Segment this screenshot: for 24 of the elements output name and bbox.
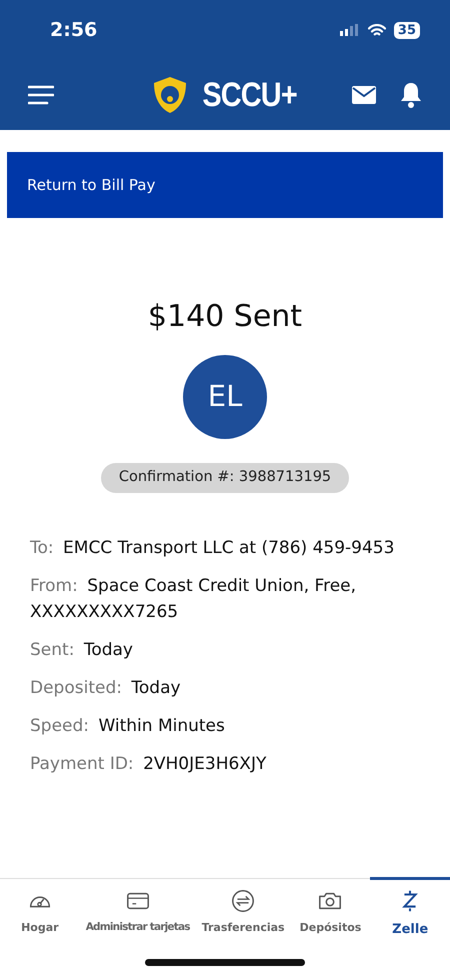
signal-icon [340,24,360,36]
tab[interactable]: Depósitos [290,877,370,945]
confirmation-number: Confirmation #: 3988713195 [100,463,350,493]
payment-title: $140 Sent [146,298,304,336]
bell-icon[interactable] [400,82,422,108]
detail-line: Deposited: Today [30,676,182,700]
tab[interactable]: Zelle [370,877,450,945]
avatar: EL [183,355,267,439]
tab[interactable]: Trasferencias [196,877,291,945]
battery-level: 35 [394,22,420,38]
wifi-icon [368,24,386,36]
detail-line: From: Space Coast Credit Union, Free, XXXXXXXXX7265 [30,574,358,624]
tab[interactable]: Administrar tarjetas [80,877,196,945]
return-button[interactable]: Return to Bill Pay [7,152,443,218]
detail-line: To: EMCC Transport LLC at (786) 459-9453 [30,536,396,560]
menu-icon[interactable] [28,85,54,105]
detail-line: Speed: Within Minutes [30,714,226,738]
detail-line: Sent: Today [30,638,134,662]
transfer-icon [230,888,256,914]
status-time: 2:56 [50,18,98,43]
tab[interactable]: Hogar [0,877,80,945]
detail-line: Payment ID: 2VH0JE3H6XJY [30,752,268,776]
mail-icon[interactable] [352,86,376,104]
logo-text: SCCU+ [202,74,298,116]
